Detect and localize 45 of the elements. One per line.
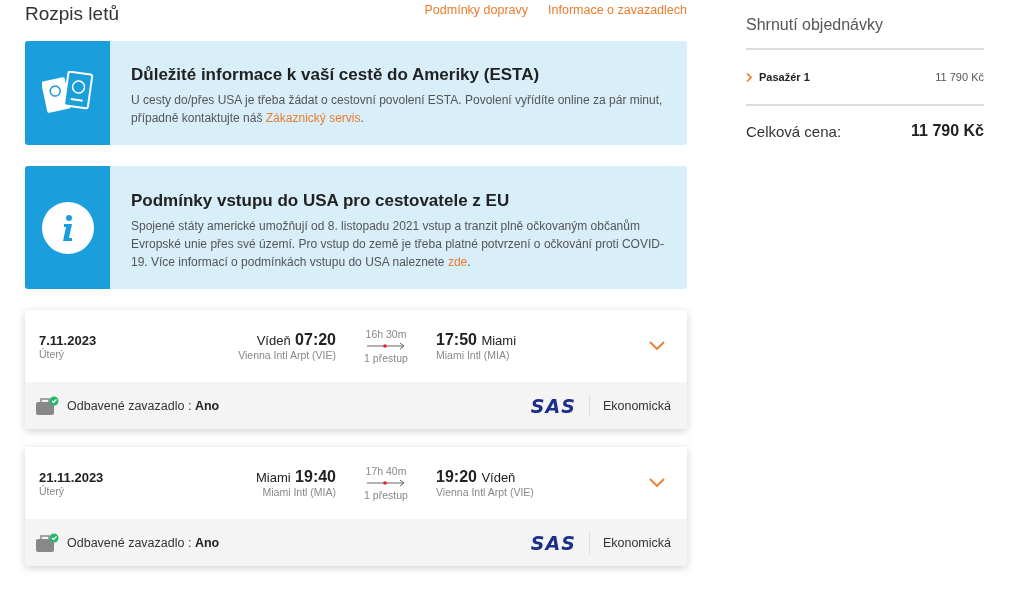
flight-duration: 16h 30m <box>365 328 407 340</box>
baggage-info: Odbavené zavazadlo : Ano <box>67 535 221 550</box>
weekday: Úterý <box>39 484 66 497</box>
expand-chevron-icon[interactable] <box>649 478 665 488</box>
departure-time: 19:40 <box>295 468 336 485</box>
flight-duration: 17h 40m <box>365 465 407 477</box>
baggage-info: Odbavené zavazadlo : Ano <box>67 398 221 413</box>
header-link[interactable]: Podmínky dopravy <box>424 3 529 17</box>
cabin-class: Ekonomická <box>601 398 671 413</box>
departure-airport: Miami Intl (MIA) <box>261 486 336 498</box>
departure-time: 07:20 <box>295 331 336 348</box>
total-label: Celková cena: <box>746 122 842 140</box>
cabin-class: Ekonomická <box>601 535 671 550</box>
flight-date: 21.11.2023 <box>39 469 105 485</box>
arrival-airport: Vienna Intl Arpt (VIE) <box>436 486 535 498</box>
arrival-city: Vídeň <box>481 470 516 485</box>
summary-title: Shrnutí objednávky <box>746 16 984 50</box>
departure-airport: Vienna Intl Arpt (VIE) <box>237 349 336 361</box>
notice-text: U cesty do/přes USA je třeba žádat o cestovní povolení ESTA. Povolení vyřídíte online za pár minut, případně kontaktujte náš Zákaznický servis. <box>131 92 664 127</box>
notice-text: Spojené státy americké umožňují od 8. listopadu 2021 vstup a tranzit plně očkovaným občanům Evropské unie přes své území. Pro vstup do země je třeba platné potvrzení o očkování proti COVID-19. Více informací o podmínkách vstupu do USA naleznete zde. <box>131 218 665 271</box>
total-price: 11 790 Kč <box>911 122 984 140</box>
route-arrow-icon <box>366 342 406 350</box>
page-title: Rozpis letů <box>25 3 119 25</box>
notice-title: Podmínky vstupu do USA pro cestovatele z EU <box>131 191 511 211</box>
arrival-time: 17:50 <box>436 331 477 348</box>
departure-city: Vídeň <box>256 333 291 348</box>
arrival-airport: Miami Intl (MIA) <box>436 349 511 361</box>
notice-title: Důležité informace k vaší cestě do Ameriky (ESTA) <box>131 65 541 85</box>
passports-icon <box>41 71 94 115</box>
expand-chevron-icon[interactable] <box>746 72 752 82</box>
stops-count: 1 přestup <box>364 489 408 501</box>
passenger-label[interactable]: Pasažér 1 <box>759 71 936 83</box>
header-link[interactable]: Informace o zavazadlech <box>548 3 687 17</box>
stops-count: 1 přestup <box>364 352 408 364</box>
weekday: Úterý <box>39 347 66 360</box>
airline-logo: SAS <box>530 531 590 554</box>
airline-logo: SAS <box>530 394 590 417</box>
arrival-time: 19:20 <box>436 468 477 485</box>
info-icon <box>41 201 94 254</box>
flight-date: 7.11.2023 <box>39 332 98 348</box>
arrival-city: Miami <box>481 333 517 348</box>
departure-city: Miami <box>255 470 291 485</box>
passenger-price: 11 790 Kč <box>935 71 984 83</box>
route-arrow-icon <box>366 479 406 487</box>
expand-chevron-icon[interactable] <box>649 341 665 351</box>
